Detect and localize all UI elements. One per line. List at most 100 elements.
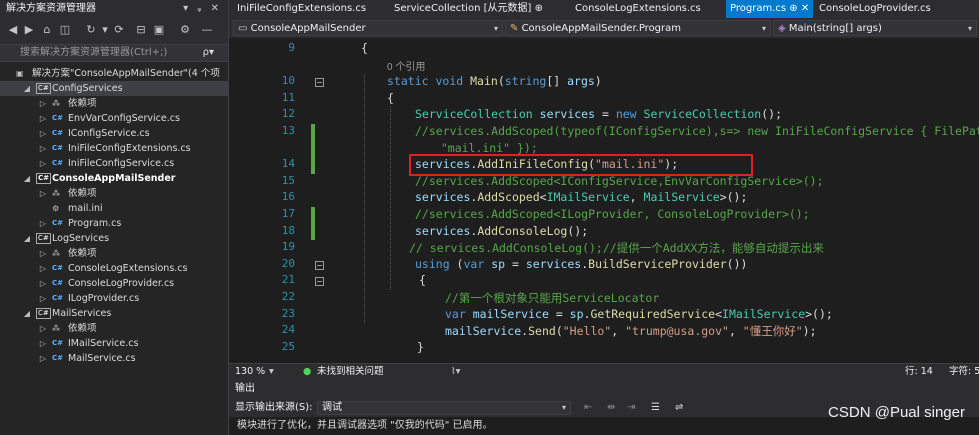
tab-program-cs-active[interactable]: Program.cs ⊕ ✕ [726,0,814,18]
tree-item[interactable]: ⚙ mail.ini [0,201,228,216]
tree-item[interactable]: ▷ C# IniFileConfigExtensions.cs [0,141,228,156]
tab-document[interactable]: ServiceCollection [从元数据] ⊕ [394,0,543,18]
word-wrap-icon[interactable]: ⇌ [675,399,683,417]
tree-item[interactable]: ▷ ⁂ 依赖项 [0,96,228,111]
home-icon[interactable]: ⌂ [40,23,54,37]
collapsed-arrow-icon[interactable]: ▷ [38,216,48,231]
code-line[interactable]: using (var sp = services.BuildServicePro… [415,257,747,271]
tree-item[interactable]: ◢ C# LogServices [0,231,228,246]
code-line[interactable]: { [419,273,426,287]
code-line[interactable]: "mail.ini" }); [427,141,538,155]
tree-item[interactable]: ▷ C# EnvVarConfigService.cs [0,111,228,126]
tree-item[interactable]: ▷ ⁂ 依赖项 [0,186,228,201]
refresh-icon[interactable]: ⟳ [112,23,126,37]
sync-dropdown-icon[interactable]: ▾ [98,23,112,37]
tree-item[interactable]: ▷ C# ConsoleLogProvider.cs [0,276,228,291]
collapsed-arrow-icon[interactable]: ▷ [38,141,48,156]
solution-icon: ▣ [16,69,24,78]
class-selector[interactable]: ✎ ConsoleAppMailSender.Program ▾ [505,20,771,36]
line-number: 24 [281,323,295,337]
collapsed-arrow-icon[interactable]: ▷ [38,246,48,261]
tree-item[interactable]: ▷ C# MailService.cs [0,351,228,366]
code-line[interactable]: // services.AddConsoleLog();//提供一个AddXX方… [409,240,824,256]
collapsed-arrow-icon[interactable]: ▷ [38,186,48,201]
tree-item[interactable]: ▣ 解决方案"ConsoleAppMailSender"(4 个项 [0,66,228,81]
pages-icon[interactable]: ▣ [152,23,166,37]
tab-document[interactable]: IniFileConfigExtensions.cs [237,0,366,18]
collapsed-arrow-icon[interactable]: ▷ [38,351,48,366]
line-number: 14 [281,157,295,171]
code-line[interactable]: static void Main(string[] args) [387,74,602,88]
expanded-arrow-icon[interactable]: ◢ [22,231,32,246]
tree-item[interactable]: ▷ C# ConsoleLogExtensions.cs [0,261,228,276]
collapse-icon[interactable]: ⊟ [134,23,148,37]
minus-icon[interactable]: — [200,23,214,37]
tab-document[interactable]: ConsoleLogExtensions.cs [575,0,701,18]
line-number: 23 [281,306,295,320]
tree-item[interactable]: ▷ C# IniFileConfigService.cs [0,156,228,171]
project-selector-icon: ▭ [238,23,251,34]
code-line[interactable]: //services.AddScoped(typeof(IConfigServi… [415,124,979,138]
tree-item[interactable]: ◢ C# ConsoleAppMailSender [0,171,228,186]
chevron-down-icon[interactable]: ▾ [269,364,274,379]
tree-item-label: LogServices [52,233,110,244]
expanded-arrow-icon[interactable]: ◢ [22,81,32,96]
collapsed-arrow-icon[interactable]: ▷ [38,111,48,126]
back-icon[interactable]: ◀ [6,23,20,37]
prev-message-icon[interactable]: ⇹ [607,399,615,417]
cs-file-icon: C# [52,129,64,137]
fold-toggle-icon[interactable]: − [315,260,324,270]
code-line[interactable]: { [387,91,394,105]
fold-toggle-icon[interactable]: − [315,78,324,88]
collapsed-arrow-icon[interactable]: ▷ [38,336,48,351]
collapsed-arrow-icon[interactable]: ▷ [38,276,48,291]
collapsed-arrow-icon[interactable]: ▷ [38,126,48,141]
expanded-arrow-icon[interactable]: ◢ [22,306,32,321]
vs-icon[interactable]: ◫ [58,23,72,37]
tree-item[interactable]: ▷ C# Program.cs [0,216,228,231]
code-line[interactable]: var mailService = sp.GetRequiredService<… [445,307,833,321]
expanded-arrow-icon[interactable]: ◢ [22,171,32,186]
tree-item[interactable]: ◢ C# MailServices [0,306,228,321]
output-source-select[interactable]: 调试 ▾ [317,401,571,415]
find-message-icon[interactable]: ⇤ [584,399,592,417]
code-line[interactable]: services.AddConsoleLog(); [415,224,588,238]
search-icon[interactable]: ρ▾ [203,45,214,61]
next-message-icon[interactable]: ⇥ [627,399,635,417]
issues-status[interactable]: 未找到相关问题 [317,364,384,379]
solution-search-input[interactable]: 搜索解决方案资源管理器(Ctrl+;) ρ▾ [0,44,228,62]
wrench-icon[interactable]: ⚙ [178,23,192,37]
tree-item[interactable]: ▷ C# IConfigService.cs [0,126,228,141]
collapsed-arrow-icon[interactable]: ▷ [38,321,48,336]
code-line[interactable]: //services.AddScoped<ILogProvider, Conso… [415,207,810,221]
tree-item[interactable]: ▷ ⁂ 依赖项 [0,321,228,336]
collapsed-arrow-icon[interactable]: ▷ [38,96,48,111]
tree-item[interactable]: ▷ ⁂ 依赖项 [0,246,228,261]
fold-toggle-icon[interactable]: − [315,277,324,287]
code-editor[interactable]: 9 {0 个引用 10 static void Main(string[] args)… [229,38,979,363]
code-line[interactable]: mailService.Send("Hello", "trump@usa.gov… [445,323,817,339]
collapsed-arrow-icon[interactable]: ▷ [38,156,48,171]
code-line[interactable]: } [417,340,424,354]
sync-icon[interactable]: ↻ [84,23,98,37]
forward-icon[interactable]: ▶ [22,23,36,37]
code-line[interactable]: services.AddScoped<IMailService, MailSer… [415,190,747,204]
collapsed-arrow-icon[interactable]: ▷ [38,291,48,306]
panel-controls[interactable]: ▾ ᵩ ✕ [183,0,222,18]
tree-item[interactable]: ▷ C# IMailService.cs [0,336,228,351]
member-selector[interactable]: ◈ Main(string[] args) ▾ [773,20,977,36]
code-line[interactable]: 0 个引用 [387,58,425,73]
code-line[interactable]: ServiceCollection services = new Service… [415,107,782,121]
clear-all-icon[interactable]: ☰ [651,399,660,417]
collapsed-arrow-icon[interactable]: ▷ [38,261,48,276]
tree-item[interactable]: ▷ C# ILogProvider.cs [0,291,228,306]
brush-icon[interactable]: ⌇▾ [451,364,460,379]
code-line[interactable]: { [361,41,368,55]
zoom-level[interactable]: 130 % [235,364,265,379]
tab-document[interactable]: ConsoleLogProvider.cs [819,0,931,18]
chevron-down-icon: ▾ [761,24,766,33]
tree-item[interactable]: ◢ C# ConfigServices [0,81,228,96]
project-selector[interactable]: ▭ ConsoleAppMailSender ▾ [233,20,503,36]
column-indicator: 字符: 5 [949,366,979,377]
code-line[interactable]: //第一个根对象只能用ServiceLocator [445,290,659,306]
